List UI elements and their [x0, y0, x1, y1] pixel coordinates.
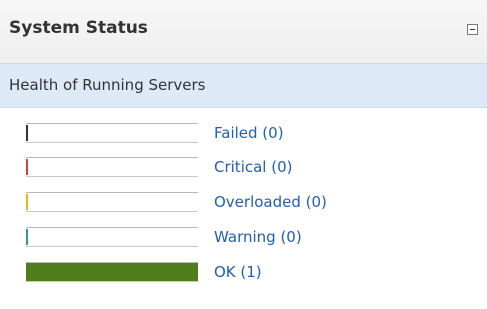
status-bar-overloaded: [26, 192, 198, 212]
status-link-warning[interactable]: Warning (0): [214, 228, 302, 246]
status-row-critical: Critical (0): [26, 157, 426, 177]
status-link-failed[interactable]: Failed (0): [214, 124, 284, 142]
status-bar-fill-ok: [26, 263, 198, 281]
status-bar-critical: [26, 157, 198, 177]
status-link-critical[interactable]: Critical (0): [214, 158, 292, 176]
panel-title: System Status: [9, 18, 148, 38]
section-title: Health of Running Servers: [9, 76, 206, 94]
system-status-panel: System Status Health of Running Servers …: [0, 0, 488, 309]
status-link-ok[interactable]: OK (1): [214, 263, 262, 281]
status-row-ok: OK (1): [26, 262, 426, 282]
status-bar-marker-failed: [26, 125, 28, 141]
status-bar-ok: [26, 262, 198, 282]
status-bar-marker-warning: [26, 229, 28, 245]
panel-header: System Status: [0, 0, 487, 63]
collapse-icon[interactable]: [467, 24, 478, 35]
status-row-warning: Warning (0): [26, 227, 426, 247]
status-bar-marker-critical: [26, 159, 28, 175]
status-link-overloaded[interactable]: Overloaded (0): [214, 193, 327, 211]
status-row-overloaded: Overloaded (0): [26, 192, 426, 212]
section-header: Health of Running Servers: [0, 63, 487, 108]
status-bar-warning: [26, 227, 198, 247]
status-bar-marker-ok: [26, 264, 28, 280]
status-row-failed: Failed (0): [26, 123, 426, 143]
status-bar-marker-overloaded: [26, 194, 28, 210]
status-bar-failed: [26, 123, 198, 143]
